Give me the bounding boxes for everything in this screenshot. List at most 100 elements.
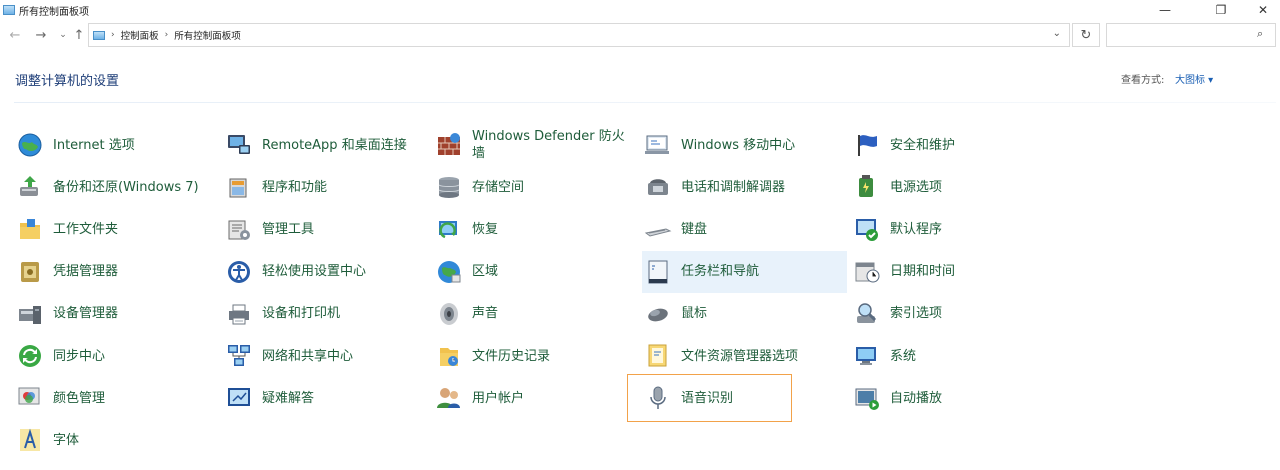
up-arrow-icon[interactable]: ↑ bbox=[70, 26, 88, 44]
title-bar: 所有控制面板项 bbox=[0, 0, 1280, 20]
breadcrumb-chevron-icon: › bbox=[111, 30, 115, 40]
control-panel-item[interactable]: 设备管理器 bbox=[14, 293, 219, 335]
programs-icon bbox=[225, 173, 253, 201]
color-management-icon bbox=[16, 384, 44, 412]
control-panel-item-label: 用户帐户 bbox=[472, 390, 525, 406]
search-input[interactable] bbox=[1106, 23, 1276, 47]
credential-icon bbox=[16, 258, 44, 286]
control-panel-item[interactable]: Windows Defender 防火墙 bbox=[433, 124, 638, 166]
control-panel-item[interactable]: Internet 选项 bbox=[14, 124, 219, 166]
navigation-bar: ← → ⌄ ↑ › 控制面板 › 所有控制面板项 ⌄ ↻ ⌕ bbox=[0, 22, 1280, 50]
minimize-button[interactable]: — bbox=[1142, 0, 1188, 20]
view-by-dropdown[interactable]: 大图标 ▾ bbox=[1175, 71, 1213, 86]
control-panel-item[interactable]: 存储空间 bbox=[433, 166, 638, 208]
control-panel-item-label: 设备和打印机 bbox=[262, 306, 341, 322]
address-control-panel-icon bbox=[93, 30, 105, 40]
control-panel-item-label: 文件历史记录 bbox=[472, 348, 551, 364]
control-panel-item[interactable]: 工作文件夹 bbox=[14, 208, 219, 250]
control-panel-item[interactable]: 声音 bbox=[433, 293, 638, 335]
control-panel-item[interactable]: 恢复 bbox=[433, 208, 638, 250]
control-panel-item-label: 语音识别 bbox=[681, 390, 734, 406]
control-panel-item[interactable]: 自动播放 bbox=[851, 377, 1056, 419]
control-panel-item-label: 任务栏和导航 bbox=[681, 264, 760, 280]
back-arrow-icon[interactable]: ← bbox=[6, 26, 24, 44]
default-programs-icon bbox=[853, 215, 881, 243]
address-dropdown-icon[interactable]: ⌄ bbox=[1053, 28, 1061, 39]
control-panel-item-label: 文件资源管理器选项 bbox=[681, 348, 799, 364]
control-panel-icon bbox=[3, 5, 15, 15]
taskbar-icon bbox=[644, 258, 672, 286]
control-panel-item[interactable]: 轻松使用设置中心 bbox=[223, 251, 428, 293]
window-title: 所有控制面板项 bbox=[19, 6, 89, 18]
address-bar[interactable]: › 控制面板 › 所有控制面板项 ⌄ bbox=[88, 23, 1070, 47]
control-panel-item-label: 电源选项 bbox=[890, 179, 943, 195]
network-icon bbox=[225, 342, 253, 370]
ease-of-access-icon bbox=[225, 258, 253, 286]
control-panel-item-label: 工作文件夹 bbox=[53, 221, 119, 237]
file-history-icon bbox=[435, 342, 463, 370]
troubleshooting-icon bbox=[225, 384, 253, 412]
control-panel-item[interactable]: 日期和时间 bbox=[851, 251, 1056, 293]
control-panel-item[interactable]: 管理工具 bbox=[223, 208, 428, 250]
control-panel-item[interactable]: 设备和打印机 bbox=[223, 293, 428, 335]
sync-icon bbox=[16, 342, 44, 370]
breadcrumb-control-panel[interactable]: 控制面板 bbox=[121, 28, 159, 42]
control-panel-item[interactable]: 电源选项 bbox=[851, 166, 1056, 208]
control-panel-item[interactable]: 索引选项 bbox=[851, 293, 1056, 335]
control-panel-item-label: 系统 bbox=[890, 348, 917, 364]
control-panel-item-label: 电话和调制解调器 bbox=[681, 179, 786, 195]
breadcrumb-all-items[interactable]: 所有控制面板项 bbox=[174, 28, 241, 42]
autoplay-icon bbox=[853, 384, 881, 412]
microphone-icon bbox=[644, 384, 672, 412]
close-button[interactable]: ✕ bbox=[1240, 0, 1280, 20]
control-panel-item[interactable]: 同步中心 bbox=[14, 335, 219, 377]
control-panel-item[interactable]: 电话和调制解调器 bbox=[642, 166, 847, 208]
search-icon[interactable]: ⌕ bbox=[1257, 27, 1263, 41]
control-panel-item[interactable]: Windows 移动中心 bbox=[642, 124, 847, 166]
admin-tools-icon bbox=[225, 215, 253, 243]
maximize-button[interactable]: ❐ bbox=[1198, 0, 1244, 20]
control-panel-item-label: 设备管理器 bbox=[53, 306, 119, 322]
control-panel-item[interactable]: 网络和共享中心 bbox=[223, 335, 428, 377]
control-panel-item[interactable]: 任务栏和导航 bbox=[642, 250, 847, 293]
header-divider bbox=[14, 102, 1276, 103]
control-panel-item[interactable]: 语音识别 bbox=[627, 374, 792, 423]
control-panel-item-label: Windows Defender 防火墙 bbox=[472, 129, 625, 161]
refresh-button[interactable]: ↻ bbox=[1072, 23, 1100, 47]
control-panel-item[interactable]: 疑难解答 bbox=[223, 377, 428, 419]
control-panel-item-label: 鼠标 bbox=[681, 306, 708, 322]
control-panel-item[interactable]: 区域 bbox=[433, 251, 638, 293]
phone-modem-icon bbox=[644, 173, 672, 201]
control-panel-item-label: 疑难解答 bbox=[262, 390, 315, 406]
control-panel-item[interactable]: RemoteApp 和桌面连接 bbox=[223, 124, 428, 166]
forward-arrow-icon[interactable]: → bbox=[32, 26, 50, 44]
mouse-icon bbox=[644, 300, 672, 328]
breadcrumb-chevron-icon: › bbox=[164, 30, 169, 40]
control-panel-item-label: 声音 bbox=[472, 306, 499, 322]
view-by-label: 查看方式: bbox=[1121, 75, 1165, 86]
control-panel-item[interactable]: 用户帐户 bbox=[433, 377, 638, 419]
control-panel-item-label: 管理工具 bbox=[262, 221, 315, 237]
control-panel-item[interactable]: 鼠标 bbox=[642, 293, 847, 335]
control-panel-item-label: 存储空间 bbox=[472, 179, 525, 195]
firewall-icon bbox=[435, 131, 463, 159]
control-panel-item[interactable]: 系统 bbox=[851, 335, 1056, 377]
control-panel-item[interactable]: 安全和维护 bbox=[851, 124, 1056, 166]
control-panel-item[interactable]: 文件历史记录 bbox=[433, 335, 638, 377]
region-globe-icon bbox=[435, 258, 463, 286]
security-flag-icon bbox=[853, 131, 881, 159]
control-panel-item[interactable]: 文件资源管理器选项 bbox=[642, 335, 847, 377]
control-panel-item[interactable]: 颜色管理 bbox=[14, 377, 219, 419]
control-panel-item-label: 恢复 bbox=[472, 221, 499, 237]
control-panel-item[interactable]: 备份和还原(Windows 7) bbox=[14, 166, 219, 208]
control-panel-item-label: Windows 移动中心 bbox=[681, 137, 796, 153]
control-panel-item[interactable]: 字体 bbox=[14, 419, 219, 461]
control-panel-item-label: 备份和还原(Windows 7) bbox=[53, 179, 199, 195]
control-panel-item[interactable]: 默认程序 bbox=[851, 208, 1056, 250]
control-panel-item-label: 日期和时间 bbox=[890, 264, 956, 280]
printer-icon bbox=[225, 300, 253, 328]
control-panel-item[interactable]: 程序和功能 bbox=[223, 166, 428, 208]
control-panel-item[interactable]: 键盘 bbox=[642, 208, 847, 250]
control-panel-item[interactable]: 凭据管理器 bbox=[14, 251, 219, 293]
remote-desktop-icon bbox=[225, 131, 253, 159]
